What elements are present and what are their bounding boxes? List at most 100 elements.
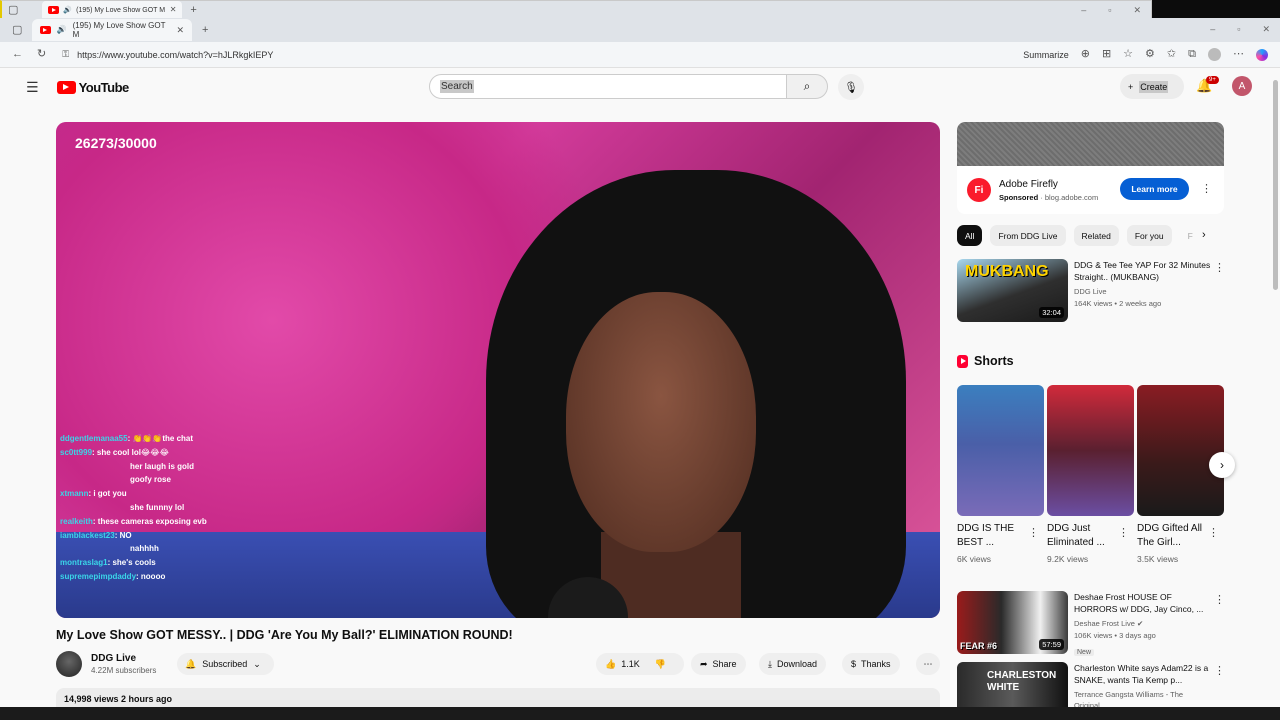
short-title[interactable]: DDG IS THE BEST ... xyxy=(957,522,1027,550)
recommendation-title[interactable]: DDG & Tee Tee YAP For 32 Minutes Straigh… xyxy=(1074,259,1214,283)
short-menu-icon[interactable]: ⋮ xyxy=(1028,526,1039,539)
tab-actions-icon[interactable]: ▢ xyxy=(12,24,22,36)
channel-avatar[interactable] xyxy=(56,651,82,677)
chat-message: realkeith: these cameras exposing evb xyxy=(60,515,207,529)
plus-icon: + xyxy=(1128,81,1134,92)
favorite-star-icon[interactable]: ☆ xyxy=(1123,49,1133,60)
recommendation-thumbnail[interactable]: FEAR #6 57:59 xyxy=(957,591,1068,654)
video-person-face xyxy=(566,292,756,552)
short-thumbnail[interactable] xyxy=(1137,385,1224,516)
summarize-button[interactable]: Summarize xyxy=(1023,50,1069,60)
channel-text: DDG Live 4.22M subscribers xyxy=(82,653,156,675)
recommendation-menu-icon[interactable]: ⋮ xyxy=(1214,261,1225,274)
url-field[interactable]: ⚿ https://www.youtube.com/watch?v=hJLRkg… xyxy=(56,45,1016,65)
recommendation-thumbnail[interactable]: MUKBANG 32:04 xyxy=(957,259,1068,322)
search-icon: ⌕ xyxy=(803,79,811,93)
favorites-icon[interactable]: ✩ xyxy=(1167,49,1176,60)
maximize-icon[interactable]: ▫ xyxy=(1237,24,1240,35)
close-window-icon[interactable]: ✕ xyxy=(1262,24,1270,35)
short-thumbnail[interactable] xyxy=(1047,385,1134,516)
search-button[interactable]: ⌕ xyxy=(786,74,828,99)
site-info-icon[interactable]: ⚿ xyxy=(62,50,69,59)
translate-icon[interactable]: ⊕ xyxy=(1081,49,1090,60)
video-title: My Love Show GOT MESSY.. | DDG 'Are You … xyxy=(56,628,513,642)
ad-title: Adobe Firefly xyxy=(999,178,1058,190)
youtube-favicon-icon xyxy=(40,26,51,34)
download-button[interactable]: ⤓ Download xyxy=(759,653,827,675)
minimize-icon[interactable]: – xyxy=(1081,5,1086,16)
profile-avatar[interactable] xyxy=(1208,48,1221,61)
short-title[interactable]: DDG Gifted All The Girl... xyxy=(1137,522,1207,550)
recommendation-menu-icon[interactable]: ⋮ xyxy=(1214,593,1225,606)
reader-icon[interactable]: ⊞ xyxy=(1102,49,1111,60)
extensions-icon[interactable]: ⚙ xyxy=(1145,49,1155,60)
search-input[interactable]: Search xyxy=(429,74,787,99)
thanks-button[interactable]: $ Thanks xyxy=(842,653,900,675)
channel-info: DDG Live 4.22M subscribers xyxy=(56,651,156,677)
create-button[interactable]: + Create xyxy=(1120,74,1184,99)
background-tab[interactable]: 🔊 (195) My Love Show GOT M ✕ xyxy=(42,1,183,19)
chat-message: sc0tt999: she cool lol😂😂😂 xyxy=(60,446,207,460)
speaker-icon[interactable]: 🔊 xyxy=(63,7,72,14)
goal-counter: 26273/30000 xyxy=(75,135,157,151)
refresh-icon[interactable]: ↻ xyxy=(37,49,46,60)
channel-name: Deshae Frost Live xyxy=(1074,619,1135,628)
recommendation-title[interactable]: Deshae Frost HOUSE OF HORRORS w/ DDG, Ja… xyxy=(1074,591,1214,615)
recommendation-channel[interactable]: DDG Live xyxy=(1074,286,1214,297)
account-avatar[interactable]: A xyxy=(1232,76,1252,96)
chip-from-ddg-live[interactable]: From DDG Live xyxy=(990,225,1066,246)
share-button[interactable]: ➦ Share xyxy=(691,653,746,675)
close-tab-icon[interactable]: ✕ xyxy=(176,25,184,35)
short-menu-icon[interactable]: ⋮ xyxy=(1118,526,1129,539)
new-tab-icon[interactable]: + xyxy=(202,24,208,36)
minimize-icon[interactable]: – xyxy=(1210,24,1215,35)
chip-for-you[interactable]: For you xyxy=(1126,225,1172,246)
menu-icon[interactable]: ☰ xyxy=(26,79,39,96)
speaker-icon[interactable]: 🔊 xyxy=(57,26,67,34)
recommendation-title[interactable]: Charleston White says Adam22 is a SNAKE,… xyxy=(1074,662,1214,686)
short-thumbnail[interactable] xyxy=(957,385,1044,516)
chat-username: realkeith xyxy=(60,516,93,526)
like-icon[interactable]: 👍 xyxy=(605,659,616,670)
dislike-icon[interactable]: 👎 xyxy=(655,659,666,670)
more-icon[interactable]: ⋯ xyxy=(1233,49,1244,60)
more-actions-button[interactable]: ⋯ xyxy=(916,653,940,675)
recommendation-meta: DDG & Tee Tee YAP For 32 Minutes Straigh… xyxy=(1074,259,1214,322)
like-count[interactable]: 1.1K xyxy=(621,659,640,669)
back-icon[interactable]: ← xyxy=(12,49,23,60)
chip-related[interactable]: Related xyxy=(1073,225,1119,246)
recommendation-menu-icon[interactable]: ⋮ xyxy=(1214,664,1225,677)
tab-actions-icon[interactable]: ▢ xyxy=(8,4,18,16)
subscribed-button[interactable]: 🔔 Subscribed ⌄ xyxy=(177,653,274,675)
new-tab-icon[interactable]: + xyxy=(190,4,196,16)
chips-next-icon[interactable]: › xyxy=(1202,229,1206,241)
youtube-logo[interactable]: YouTube xyxy=(56,80,129,95)
recommendation-channel[interactable]: Deshae Frost Live ✔ xyxy=(1074,618,1214,629)
copilot-icon[interactable] xyxy=(1256,48,1268,61)
scrollbar-thumb[interactable] xyxy=(1273,80,1278,290)
maximize-icon[interactable]: ▫ xyxy=(1108,5,1111,16)
chat-message: supremepimpdaddy: noooo xyxy=(60,570,207,584)
ad-menu-icon[interactable]: ⋮ xyxy=(1201,182,1212,195)
shorts-next-button[interactable]: › xyxy=(1209,452,1235,478)
chat-username: xtmann xyxy=(60,489,89,499)
create-label: Create xyxy=(1139,80,1169,93)
close-window-icon[interactable]: ✕ xyxy=(1133,5,1141,16)
channel-name[interactable]: DDG Live xyxy=(91,653,156,664)
collections-icon[interactable]: ⧉ xyxy=(1188,49,1196,60)
close-tab-icon[interactable]: ✕ xyxy=(170,6,177,14)
active-tab[interactable]: 🔊 (195) My Love Show GOT M ✕ xyxy=(32,19,192,41)
video-player[interactable]: 26273/30000 ddgentlemanaa55: 👏👏👏the chat… xyxy=(56,122,940,618)
ad-card[interactable]: Fi Adobe Firefly Sponsored · blog.adobe.… xyxy=(957,166,1224,214)
short-title[interactable]: DDG Just Eliminated ... xyxy=(1047,522,1117,550)
learn-more-button[interactable]: Learn more xyxy=(1120,178,1189,200)
recommendation-item[interactable]: MUKBANG 32:04 DDG & Tee Tee YAP For 32 M… xyxy=(957,259,1214,322)
chat-text: goofy rose xyxy=(130,475,171,485)
chip-f[interactable]: F xyxy=(1180,225,1201,246)
short-menu-icon[interactable]: ⋮ xyxy=(1208,526,1219,539)
chip-all[interactable]: All xyxy=(957,225,983,246)
ad-banner-image[interactable] xyxy=(957,122,1224,166)
subscribed-label: Subscribed xyxy=(202,659,248,669)
voice-search-button[interactable]: 🎙 xyxy=(838,74,864,100)
recommendation-item[interactable]: FEAR #6 57:59 Deshae Frost HOUSE OF HORR… xyxy=(957,591,1214,659)
